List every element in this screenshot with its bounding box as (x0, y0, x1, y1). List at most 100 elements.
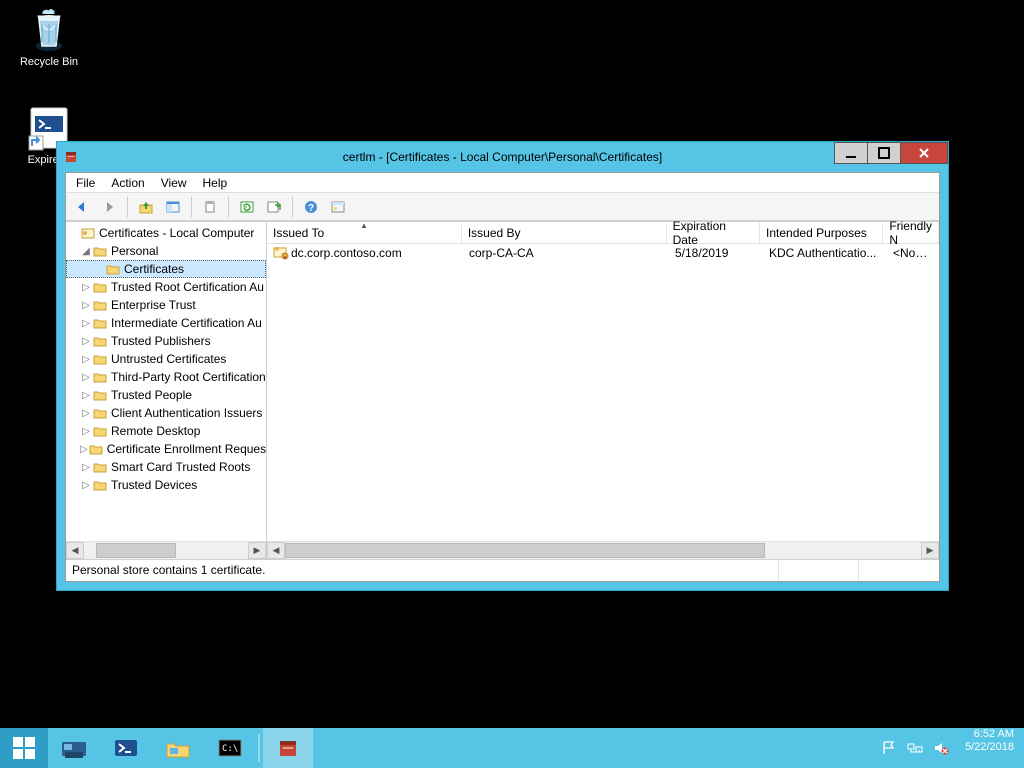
tree-pane: Certificates - Local Computer ◢ Personal… (66, 222, 267, 559)
list-header: Issued To Issued By Expiration Date Inte… (267, 222, 939, 244)
copy-button[interactable] (198, 195, 222, 219)
scroll-left-icon[interactable]: ◀ (267, 542, 285, 559)
folder-icon (93, 299, 107, 311)
folder-icon (93, 245, 107, 257)
refresh-button[interactable] (235, 195, 259, 219)
scroll-right-icon[interactable]: ▶ (248, 542, 266, 559)
tree-node[interactable]: ▷Remote Desktop (66, 422, 266, 440)
statusbar: Personal store contains 1 certificate. (66, 559, 939, 581)
up-button[interactable] (134, 195, 158, 219)
close-button[interactable] (900, 142, 948, 164)
col-issued-by[interactable]: Issued By (462, 222, 667, 243)
show-hide-tree-button[interactable] (161, 195, 185, 219)
expander-icon[interactable]: ▷ (80, 461, 92, 473)
forward-button[interactable] (97, 195, 121, 219)
expander-icon[interactable]: ▷ (80, 281, 92, 293)
svg-text:C:\: C:\ (222, 744, 238, 754)
tree-certificates-label: Certificates (124, 262, 184, 276)
list-hscroll[interactable]: ◀ ▶ (267, 541, 939, 559)
tree-root[interactable]: Certificates - Local Computer (66, 224, 266, 242)
tree-node[interactable]: ▷Client Authentication Issuers (66, 404, 266, 422)
tree-node[interactable]: ▷Third-Party Root Certification (66, 368, 266, 386)
tree-hscroll[interactable]: ◀ ▶ (66, 541, 266, 559)
expander-icon[interactable]: ▷ (80, 407, 92, 419)
tree-node[interactable]: ▷Enterprise Trust (66, 296, 266, 314)
certlm-window: certlm - [Certificates - Local Computer\… (56, 141, 949, 591)
separator (127, 197, 128, 217)
col-expiration[interactable]: Expiration Date (667, 222, 760, 243)
folder-icon (93, 389, 107, 401)
folder-icon (93, 461, 107, 473)
taskbar-clock[interactable]: 6:52 AM 5/22/2018 (955, 728, 1024, 768)
expander-icon[interactable]: ▷ (80, 317, 92, 329)
col-friendly[interactable]: Friendly N (883, 222, 939, 243)
tree-node[interactable]: ▷Smart Card Trusted Roots (66, 458, 266, 476)
expander-icon[interactable]: ▷ (80, 443, 88, 455)
tree-node[interactable]: ▷Certificate Enrollment Reques (66, 440, 266, 458)
back-button[interactable] (70, 195, 94, 219)
cert-root-icon (81, 227, 95, 239)
expander-icon[interactable]: ▷ (80, 371, 92, 383)
help-button[interactable]: ? (299, 195, 323, 219)
minimize-button[interactable] (834, 142, 868, 164)
expander-icon[interactable]: ▷ (80, 425, 92, 437)
folder-icon (93, 407, 107, 419)
volume-muted-icon[interactable] (933, 740, 949, 756)
col-issued-to[interactable]: Issued To (267, 222, 462, 243)
tree-node[interactable]: ▷Untrusted Certificates (66, 350, 266, 368)
cell-issued-by: corp-CA-CA (463, 246, 669, 260)
scroll-left-icon[interactable]: ◀ (66, 542, 84, 559)
options-button[interactable] (326, 195, 350, 219)
network-icon[interactable] (907, 740, 923, 756)
menu-view[interactable]: View (153, 174, 195, 192)
scroll-thumb[interactable] (285, 543, 765, 558)
clock-time: 6:52 AM (965, 728, 1014, 741)
start-button[interactable] (0, 728, 48, 768)
tree-node[interactable]: ▷Intermediate Certification Au (66, 314, 266, 332)
task-server-manager[interactable] (49, 728, 99, 768)
expander-icon[interactable] (68, 227, 80, 239)
cell-friendly: <None> (887, 246, 939, 260)
task-explorer[interactable] (153, 728, 203, 768)
tree-root-label: Certificates - Local Computer (99, 226, 254, 240)
folder-icon (93, 371, 107, 383)
scroll-right-icon[interactable]: ▶ (921, 542, 939, 559)
folder-icon (93, 281, 107, 293)
expander-open-icon[interactable]: ◢ (80, 245, 92, 257)
tree-node[interactable]: ▷Trusted Devices (66, 476, 266, 494)
tree-node[interactable]: ▷Trusted Root Certification Au (66, 278, 266, 296)
menu-help[interactable]: Help (195, 174, 236, 192)
recycle-bin-icon (25, 6, 73, 54)
recycle-bin[interactable]: Recycle Bin (12, 6, 86, 68)
menu-action[interactable]: Action (103, 174, 152, 192)
window-title: certlm - [Certificates - Local Computer\… (57, 150, 948, 164)
certificate-icon (273, 246, 289, 260)
tree-personal[interactable]: ◢ Personal (66, 242, 266, 260)
clock-date: 5/22/2018 (965, 741, 1014, 754)
tree-certificates[interactable]: Certificates (66, 260, 266, 278)
titlebar[interactable]: certlm - [Certificates - Local Computer\… (57, 142, 948, 172)
tree-node[interactable]: ▷Trusted Publishers (66, 332, 266, 350)
menu-file[interactable]: File (68, 174, 103, 192)
folder-icon (106, 263, 120, 275)
svg-text:?: ? (308, 203, 314, 214)
flag-icon[interactable] (881, 740, 897, 756)
expander-icon[interactable]: ▷ (80, 353, 92, 365)
task-cmd[interactable]: C:\ (205, 728, 255, 768)
task-certlm[interactable] (263, 728, 313, 768)
expander-icon[interactable]: ▷ (80, 479, 92, 491)
scroll-thumb[interactable] (96, 543, 176, 558)
cert-row[interactable]: dc.corp.contoso.com corp-CA-CA 5/18/2019… (267, 244, 939, 262)
expander-icon[interactable]: ▷ (80, 335, 92, 347)
maximize-button[interactable] (867, 142, 901, 164)
tree-node[interactable]: ▷Trusted People (66, 386, 266, 404)
toolbar: ? (66, 193, 939, 221)
expander-icon[interactable]: ▷ (80, 299, 92, 311)
folder-icon (93, 317, 107, 329)
col-purposes[interactable]: Intended Purposes (760, 222, 883, 243)
export-list-button[interactable] (262, 195, 286, 219)
expander-icon[interactable]: ▷ (80, 389, 92, 401)
taskbar: C:\ 6:52 AM 5/22/2018 (0, 728, 1024, 768)
systray (875, 728, 955, 768)
task-powershell[interactable] (101, 728, 151, 768)
